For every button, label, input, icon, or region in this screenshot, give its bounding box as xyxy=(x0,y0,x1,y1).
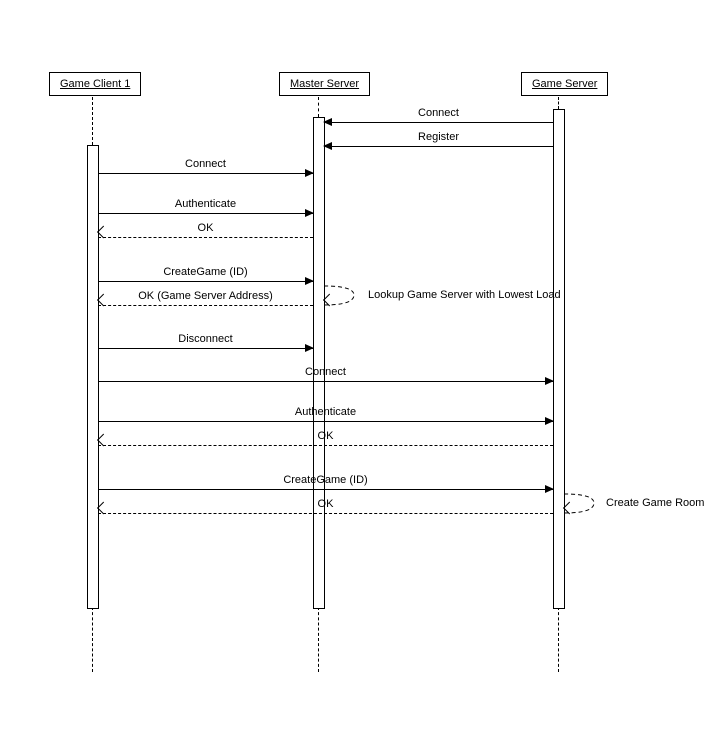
lifeline-game xyxy=(558,97,559,109)
msg-c-disconnect: Disconnect xyxy=(98,348,313,349)
msg-label: Connect xyxy=(185,158,226,170)
msg-label: CreateGame (ID) xyxy=(283,474,367,486)
msg-label: Register xyxy=(418,131,459,143)
arrow-right-icon xyxy=(305,344,314,352)
msg-label: Disconnect xyxy=(178,333,232,345)
msg-c-auth2-ok: OK xyxy=(98,445,553,446)
msg-c-create-ok: OK (Game Server Address) xyxy=(98,305,313,306)
msg-c-create2: CreateGame (ID) xyxy=(98,489,553,490)
participant-label: Master Server xyxy=(290,78,359,90)
arrow-right-icon xyxy=(305,209,314,217)
msg-c-connect: Connect xyxy=(98,173,313,174)
msg-c-create: CreateGame (ID) xyxy=(98,281,313,282)
msg-label: Connect xyxy=(418,107,459,119)
activation-game xyxy=(553,109,565,609)
arrow-left-icon xyxy=(323,142,332,150)
arrow-right-icon xyxy=(305,169,314,177)
msg-c-auth: Authenticate xyxy=(98,213,313,214)
lifeline-master-tail xyxy=(318,607,319,672)
msg-gs-connect: Connect xyxy=(324,122,553,123)
msg-label: Lookup Game Server with Lowest Load xyxy=(368,289,561,301)
msg-c-connect2: Connect xyxy=(98,381,553,382)
activation-client xyxy=(87,145,99,609)
msg-c-auth-ok: OK xyxy=(98,237,313,238)
msg-label: Authenticate xyxy=(295,406,356,418)
msg-label: OK xyxy=(198,222,214,234)
msg-c-auth2: Authenticate xyxy=(98,421,553,422)
participant-label: Game Server xyxy=(532,78,597,90)
arrow-right-icon xyxy=(545,417,554,425)
arrow-right-icon xyxy=(305,277,314,285)
msg-label: OK xyxy=(318,498,334,510)
lifeline-client xyxy=(92,97,93,145)
msg-label: Create Game Room xyxy=(606,497,704,509)
arrow-right-icon xyxy=(545,377,554,385)
arrow-left-icon xyxy=(323,118,332,126)
participant-label: Game Client 1 xyxy=(60,78,130,90)
participant-master: Master Server xyxy=(279,72,370,96)
lifeline-master xyxy=(318,97,319,117)
msg-label: OK (Game Server Address) xyxy=(138,290,273,302)
msg-label: CreateGame (ID) xyxy=(163,266,247,278)
msg-label: Authenticate xyxy=(175,198,236,210)
lifeline-client-tail xyxy=(92,607,93,672)
arrow-right-icon xyxy=(545,485,554,493)
msg-c-create2-ok: OK xyxy=(98,513,553,514)
msg-gs-register: Register xyxy=(324,146,553,147)
msg-label: OK xyxy=(318,430,334,442)
lifeline-game-tail xyxy=(558,607,559,672)
participant-game: Game Server xyxy=(521,72,608,96)
msg-label: Connect xyxy=(305,366,346,378)
activation-master xyxy=(313,117,325,609)
participant-client: Game Client 1 xyxy=(49,72,141,96)
